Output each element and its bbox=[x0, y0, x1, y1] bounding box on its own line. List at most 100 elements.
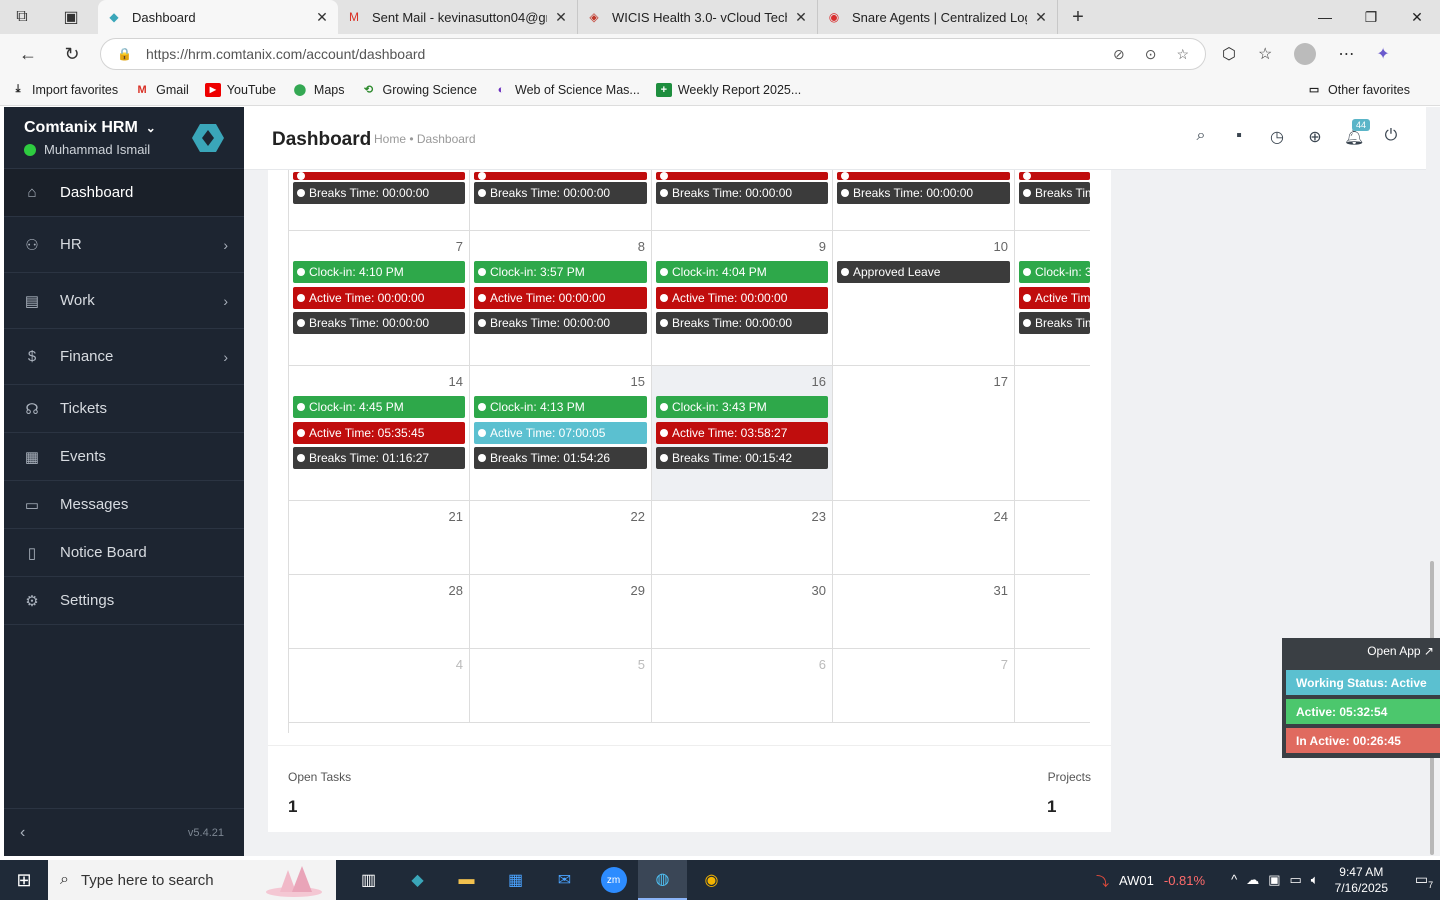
sticky-note-icon[interactable]: ▪ bbox=[1230, 127, 1248, 147]
sidebar-item-events[interactable]: ▦ Events bbox=[4, 433, 244, 481]
breaks-time-event[interactable]: Breaks Time: 00:00:00 bbox=[293, 312, 465, 334]
calendar-day-cell[interactable]: 23 bbox=[652, 501, 833, 574]
active-time-event[interactable] bbox=[837, 172, 1010, 180]
extensions-icon[interactable]: ⬡ bbox=[1222, 44, 1236, 64]
bookmark-web-of-science[interactable]: ◐ Web of Science Mas... bbox=[493, 83, 640, 97]
tracking-icon[interactable]: ⊘ bbox=[1113, 46, 1125, 63]
tab-dashboard[interactable]: ◆ Dashboard ✕ bbox=[98, 0, 338, 34]
bell-icon[interactable]: 🔔︎ 44 bbox=[1344, 119, 1371, 147]
breaks-time-event[interactable]: Breaks Time: 00:00:00 bbox=[656, 182, 828, 204]
active-time-event[interactable] bbox=[1019, 172, 1090, 180]
windows-start-icon[interactable]: ⊞ bbox=[0, 870, 48, 891]
active-time-event[interactable]: Active Time: 00:00:00 bbox=[293, 287, 465, 309]
breaks-time-event[interactable]: Breaks Time: 00:15:42 bbox=[656, 447, 828, 469]
calendar-day-cell[interactable]: Breaks Time: 00:00:00 bbox=[1015, 170, 1090, 230]
chrome-icon[interactable]: ◉ bbox=[687, 860, 736, 900]
collapse-sidebar-icon[interactable]: ‹ bbox=[20, 824, 25, 842]
close-window-icon[interactable]: ✕ bbox=[1394, 0, 1440, 34]
file-explorer-icon[interactable]: ▬ bbox=[442, 860, 491, 900]
breaks-time-event[interactable]: Breaks Time: 00:00:00 bbox=[1019, 182, 1090, 204]
url-field[interactable]: 🔒 https://hrm.comtanix.com/account/dashb… bbox=[100, 38, 1206, 70]
calendar-day-cell[interactable]: 14 Clock-in: 4:45 PM Active Time: 05:35:… bbox=[289, 366, 470, 500]
calendar-day-cell[interactable]: 5 bbox=[470, 649, 652, 722]
bookmark-youtube[interactable]: ▶ YouTube bbox=[204, 82, 276, 97]
favorite-star-icon[interactable]: ☆ bbox=[1176, 46, 1189, 63]
notification-center-icon[interactable]: ▭7 bbox=[1408, 871, 1440, 890]
breaks-time-event[interactable]: Breaks Time: 00:00:00 bbox=[293, 182, 465, 204]
active-time-event[interactable]: Active Time: 00:00:00 bbox=[474, 287, 647, 309]
calendar-day-cell[interactable]: Clock-in: 3 Active Time Breaks Tim bbox=[1015, 231, 1090, 365]
stock-widget[interactable]: ⤵ AW01 -0.81% bbox=[1096, 871, 1205, 890]
clock-in-event[interactable]: Clock-in: 4:10 PM bbox=[293, 261, 465, 283]
breaks-time-event[interactable]: Breaks Time: 00:00:00 bbox=[656, 312, 828, 334]
open-tasks-count[interactable]: 1 bbox=[288, 797, 297, 817]
clock-in-event[interactable]: Clock-in: 3:57 PM bbox=[474, 261, 647, 283]
sidebar-item-notice-board[interactable]: ▯ Notice Board bbox=[4, 529, 244, 577]
calendar-day-cell[interactable]: 31 bbox=[833, 575, 1015, 648]
calendar-day-cell[interactable] bbox=[1015, 649, 1090, 722]
volume-icon[interactable]: 🔈︎ bbox=[1311, 872, 1319, 888]
breaks-time-event[interactable]: Breaks Time: 00:00:00 bbox=[474, 312, 647, 334]
tab-gmail[interactable]: M Sent Mail - kevinasutton04@gma ✕ bbox=[338, 0, 578, 34]
sidebar-item-dashboard[interactable]: ⌂ Dashboard bbox=[4, 169, 244, 217]
tab-wicis[interactable]: ◈ WICIS Health 3.0- vCloud Tech ✕ bbox=[578, 0, 818, 34]
search-icon[interactable]: ⌕ bbox=[1192, 127, 1210, 147]
calendar-day-cell[interactable]: 24 bbox=[833, 501, 1015, 574]
calendar-day-cell[interactable]: 29 bbox=[470, 575, 652, 648]
calendar-day-cell[interactable] bbox=[1015, 501, 1090, 574]
calendar-day-cell[interactable] bbox=[1015, 366, 1090, 500]
calendar-day-cell[interactable]: 4 bbox=[289, 649, 470, 722]
calendar-day-cell[interactable]: 15 Clock-in: 4:13 PM Active Time: 07:00:… bbox=[470, 366, 652, 500]
calendar-day-cell[interactable]: 8 Clock-in: 3:57 PM Active Time: 00:00:0… bbox=[470, 231, 652, 365]
calendar-day-cell[interactable]: Breaks Time: 00:00:00 bbox=[833, 170, 1015, 230]
bookmark-import-favorites[interactable]: ⤓ Import favorites bbox=[10, 83, 119, 97]
profile-avatar-icon[interactable] bbox=[1294, 43, 1317, 65]
calendar-day-cell[interactable]: 10 Approved Leave bbox=[833, 231, 1015, 365]
calendar-day-cell[interactable]: 7 bbox=[833, 649, 1015, 722]
taskbar-search[interactable]: ⌕ Type here to search bbox=[48, 860, 336, 900]
sidebar-item-hr[interactable]: ⚇ HR › bbox=[4, 217, 244, 273]
sidebar-item-work[interactable]: ▤ Work › bbox=[4, 273, 244, 329]
calendar-day-cell[interactable]: 17 bbox=[833, 366, 1015, 500]
tab-actions-icon[interactable]: ▣ bbox=[44, 0, 98, 34]
calendar-day-cell[interactable]: 6 bbox=[652, 649, 833, 722]
active-time-event[interactable]: Active Time: 05:35:45 bbox=[293, 422, 465, 444]
task-view-icon[interactable]: ▥ bbox=[344, 860, 393, 900]
calendar-day-cell[interactable] bbox=[1015, 575, 1090, 648]
active-time-event[interactable]: Active Time bbox=[1019, 287, 1090, 309]
sidebar-item-finance[interactable]: $ Finance › bbox=[4, 329, 244, 385]
bookmark-weekly-report[interactable]: + Weekly Report 2025... bbox=[655, 82, 801, 97]
sidebar-item-messages[interactable]: ▭ Messages bbox=[4, 481, 244, 529]
read-aloud-icon[interactable]: ⊙ bbox=[1145, 46, 1157, 63]
active-time-event[interactable] bbox=[474, 172, 647, 180]
favorites-icon[interactable]: ☆ bbox=[1258, 44, 1272, 64]
clock-in-event[interactable]: Clock-in: 3 bbox=[1019, 261, 1090, 283]
active-time-event[interactable] bbox=[293, 172, 465, 180]
breaks-time-event[interactable]: Breaks Time: 01:54:26 bbox=[474, 447, 647, 469]
active-time-event[interactable] bbox=[656, 172, 828, 180]
bookmark-gmail[interactable]: M Gmail bbox=[134, 83, 189, 97]
bookmark-maps[interactable]: ⬤ Maps bbox=[292, 83, 345, 97]
open-app-link[interactable]: Open App ↗ bbox=[1367, 644, 1434, 658]
add-circle-icon[interactable]: ⊕ bbox=[1306, 127, 1324, 147]
mail-icon[interactable]: ✉ bbox=[540, 860, 589, 900]
calendar-day-cell[interactable]: 7 Clock-in: 4:10 PM Active Time: 00:00:0… bbox=[289, 231, 470, 365]
close-tab-icon[interactable]: ✕ bbox=[1033, 9, 1049, 26]
zoom-icon[interactable]: zm bbox=[589, 860, 638, 900]
bookmark-other-favorites[interactable]: ▭ Other favorites bbox=[1306, 83, 1410, 97]
clock[interactable]: 9:47 AM 7/16/2025 bbox=[1335, 864, 1388, 896]
breaks-time-event[interactable]: Breaks Time: 00:00:00 bbox=[837, 182, 1010, 204]
microsoft-store-icon[interactable]: ▦ bbox=[491, 860, 540, 900]
projects-count[interactable]: 1 bbox=[1047, 797, 1056, 817]
sidebar-item-settings[interactable]: ⚙ Settings bbox=[4, 577, 244, 625]
restore-icon[interactable]: ❐ bbox=[1348, 0, 1394, 34]
close-tab-icon[interactable]: ✕ bbox=[553, 9, 569, 26]
calendar-day-cell[interactable]: 30 bbox=[652, 575, 833, 648]
calendar-day-cell[interactable]: 21 bbox=[289, 501, 470, 574]
onedrive-icon[interactable]: ☁ bbox=[1246, 872, 1259, 888]
minimize-icon[interactable]: — bbox=[1302, 0, 1348, 34]
clock-in-event[interactable]: Clock-in: 3:43 PM bbox=[656, 396, 828, 418]
calendar-day-cell[interactable]: Breaks Time: 00:00:00 bbox=[652, 170, 833, 230]
clock-in-event[interactable]: Clock-in: 4:45 PM bbox=[293, 396, 465, 418]
breaks-time-event[interactable]: Breaks Time: 01:16:27 bbox=[293, 447, 465, 469]
